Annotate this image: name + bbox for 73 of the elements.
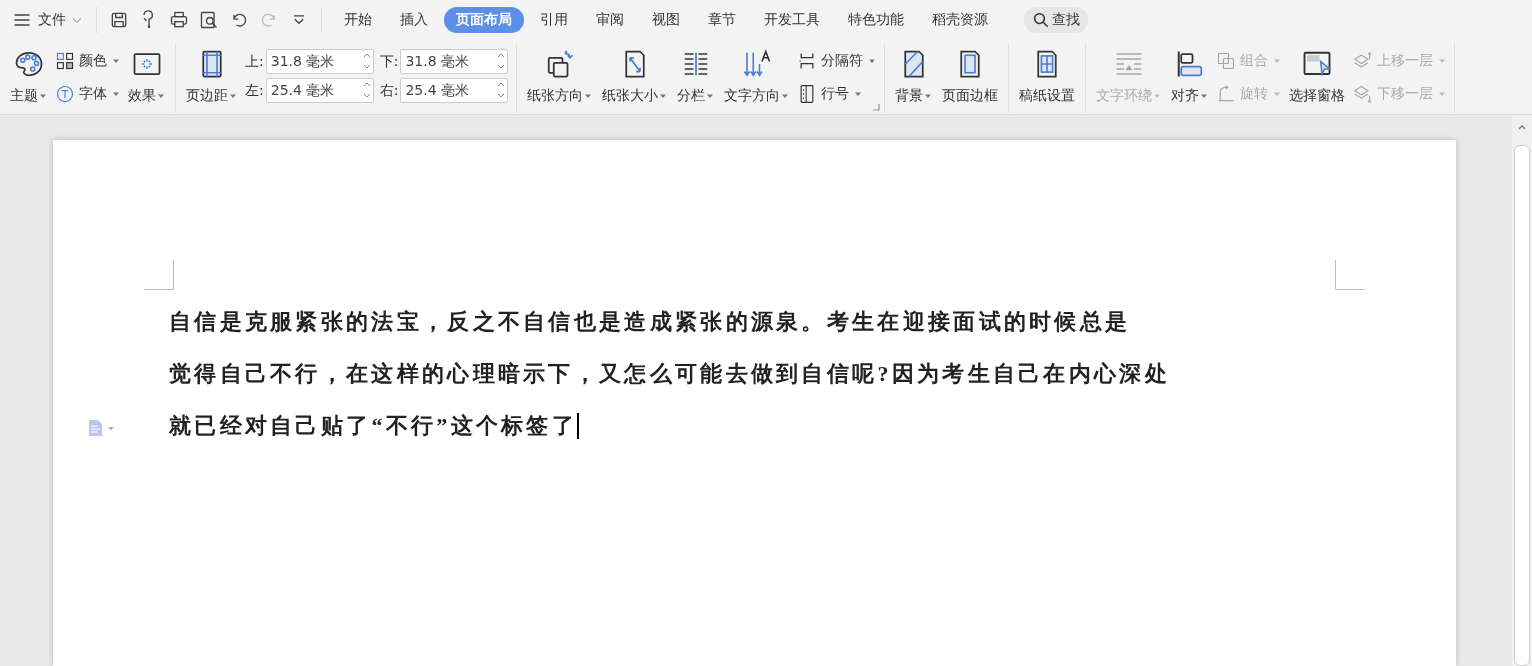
scroll-up-icon[interactable] bbox=[1517, 123, 1527, 131]
rotate-icon bbox=[1216, 84, 1237, 104]
send-backward-icon bbox=[1353, 84, 1374, 104]
ribbon-button[interactable]: 颜色 bbox=[55, 49, 120, 73]
field-label: 下: bbox=[379, 52, 399, 71]
margin-corner-mark bbox=[1335, 260, 1365, 290]
caret-icon bbox=[157, 92, 165, 100]
ribbon-button[interactable]: 页面边框 bbox=[940, 47, 1001, 107]
caret-icon bbox=[854, 90, 863, 98]
caret-icon bbox=[1273, 57, 1282, 65]
spinner-icon[interactable] bbox=[362, 80, 371, 100]
ribbon-button[interactable]: 背景 bbox=[893, 47, 935, 107]
spinner-icon[interactable] bbox=[362, 51, 371, 71]
caret-icon bbox=[112, 57, 120, 65]
caret-icon bbox=[924, 92, 933, 100]
caret-icon bbox=[1153, 92, 1162, 100]
caret-icon bbox=[781, 92, 790, 100]
search-button[interactable]: 查找 bbox=[1024, 7, 1088, 33]
caret-icon bbox=[868, 57, 877, 65]
ribbon-tab[interactable]: 稻壳资源 bbox=[920, 7, 1000, 33]
ribbon-button[interactable]: 分隔符 bbox=[797, 49, 877, 73]
vertical-scrollbar[interactable] bbox=[1512, 115, 1532, 666]
ribbon-tab[interactable]: 开发工具 bbox=[752, 7, 832, 33]
ribbon-tab[interactable]: 章节 bbox=[696, 7, 748, 33]
ribbon-button[interactable]: 文字方向 bbox=[722, 47, 792, 107]
number-field[interactable]: 25.4 毫米 bbox=[400, 78, 509, 103]
caret-icon bbox=[1438, 90, 1447, 98]
ribbon-tab[interactable]: 审阅 bbox=[584, 7, 636, 33]
ribbon-button[interactable]: 选择窗格 bbox=[1287, 47, 1348, 107]
ribbon-button[interactable]: 分栏 bbox=[675, 47, 717, 107]
number-field[interactable]: 31.8 毫米 bbox=[265, 49, 374, 74]
caret-icon bbox=[1273, 90, 1282, 98]
ribbon-button[interactable]: 纸张大小 bbox=[600, 47, 670, 107]
search-icon bbox=[1032, 11, 1050, 29]
field-label: 上: bbox=[245, 52, 264, 71]
caret-icon bbox=[584, 92, 593, 100]
ribbon-button[interactable]: 字体 bbox=[55, 82, 120, 106]
text-line: 就已经对自己贴了“不行”这个标签了 bbox=[169, 412, 578, 440]
ribbon-button[interactable]: 页边距 bbox=[184, 47, 239, 107]
ribbon-button[interactable]: 主题 bbox=[8, 47, 49, 107]
ribbon-button[interactable]: 纸张方向 bbox=[525, 47, 595, 107]
caret-icon bbox=[229, 92, 237, 100]
margin-corner-mark bbox=[144, 260, 174, 290]
caret-icon bbox=[112, 90, 120, 98]
palette-icon bbox=[13, 49, 44, 79]
ribbon-button[interactable]: 效果 bbox=[126, 47, 167, 107]
ribbon-tab[interactable]: 特色功能 bbox=[836, 7, 916, 33]
spinner-icon[interactable] bbox=[497, 80, 506, 100]
ribbon-tab[interactable]: 插入 bbox=[388, 7, 440, 33]
field-label: 左: bbox=[245, 81, 264, 100]
spinner-icon[interactable] bbox=[497, 51, 506, 71]
number-field[interactable]: 25.4 毫米 bbox=[265, 78, 374, 103]
color-squares-icon bbox=[55, 51, 75, 71]
font-circle-icon bbox=[55, 84, 75, 104]
caret-icon bbox=[659, 92, 668, 100]
file-menu[interactable]: 文件 bbox=[8, 10, 86, 30]
ribbon-tab[interactable]: 开始 bbox=[332, 7, 384, 33]
caret-icon bbox=[1438, 57, 1447, 65]
ribbon-tab[interactable]: 视图 bbox=[640, 7, 692, 33]
ribbon-button[interactable]: 行号 bbox=[797, 82, 877, 106]
group-icon bbox=[1216, 51, 1237, 71]
text-direction-icon bbox=[741, 49, 772, 79]
text-line: 觉得自己不行，在这样的心理暗示下，又怎么可能去做到自信呢?因为考生自己在内心深处 bbox=[169, 360, 1170, 388]
caret-icon bbox=[1200, 92, 1209, 100]
selection-pane-icon bbox=[1302, 49, 1333, 79]
caret-icon bbox=[39, 92, 47, 100]
ribbon-tab[interactable]: 引用 bbox=[528, 7, 580, 33]
ribbon-button[interactable]: 稿纸设置 bbox=[1017, 47, 1078, 107]
number-field[interactable]: 31.8 毫米 bbox=[400, 49, 509, 74]
text-line: 自信是克服紧张的法宝，反之不自信也是造成紧张的源泉。考生在迎接面试的时候总是 bbox=[169, 308, 1131, 336]
field-label: 右: bbox=[379, 81, 399, 100]
caret-icon bbox=[706, 92, 715, 100]
ribbon-button[interactable]: 对齐 bbox=[1169, 47, 1211, 107]
